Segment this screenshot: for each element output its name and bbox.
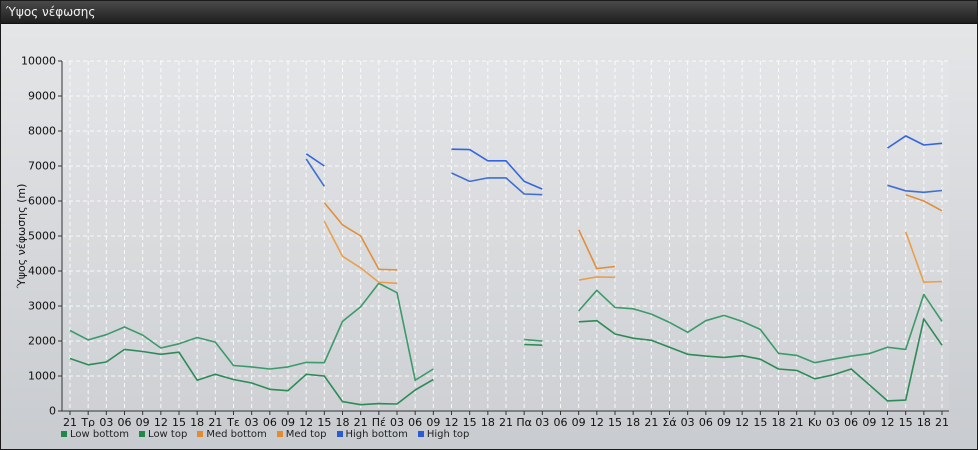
y-tick-label: 8000 [28, 125, 56, 138]
x-tick-label: 03 [681, 416, 695, 427]
x-tick-label: 18 [190, 416, 204, 427]
x-tick-label: 18 [772, 416, 786, 427]
x-tick-label: 15 [463, 416, 477, 427]
x-tick-label: Τε [226, 416, 240, 427]
x-tick-label: 12 [590, 416, 604, 427]
x-tick-label: 06 [408, 416, 422, 427]
y-tick-label: 0 [49, 405, 56, 418]
x-tick-label: 09 [281, 416, 295, 427]
x-tick-label: 15 [172, 416, 186, 427]
x-tick-label: 12 [735, 416, 749, 427]
y-tick-label: 4000 [28, 265, 56, 278]
x-tick-label: 03 [390, 416, 404, 427]
x-tick-label: 12 [881, 416, 895, 427]
window-title: Ύψος νέφωσης [6, 5, 96, 19]
x-tick-label: 06 [263, 416, 277, 427]
y-tick-label: 10000 [21, 55, 56, 68]
y-tick-label: 5000 [28, 230, 56, 243]
x-tick-label: 03 [245, 416, 259, 427]
x-tick-label: 15 [317, 416, 331, 427]
x-tick-label: Πέ [372, 416, 386, 427]
x-tick-label: 09 [572, 416, 586, 427]
x-tick-label: Τρ [80, 416, 95, 427]
x-tick-label: 21 [63, 416, 77, 427]
x-tick-label: Κυ [808, 416, 822, 427]
x-tick-label: 06 [699, 416, 713, 427]
legend-label: Low bottom [70, 428, 130, 440]
x-tick-label: 03 [826, 416, 840, 427]
legend-label: Low top [148, 428, 188, 440]
legend-item: Low top [139, 429, 187, 440]
x-tick-label: 09 [862, 416, 876, 427]
x-tick-label: 15 [753, 416, 767, 427]
legend-swatch [417, 431, 424, 437]
y-tick-label: 1000 [28, 370, 56, 383]
x-tick-label: 18 [481, 416, 495, 427]
legend-item: High top [417, 428, 470, 440]
y-axis-label: Ύψος νέφωσης (m) [15, 184, 28, 290]
legend-swatch [276, 431, 283, 437]
legend-label: Med top [285, 428, 327, 440]
legend-swatch [197, 431, 204, 437]
cloud-height-chart: 0 1000 2000 3000 4000 5000 6000 7000 8000 9000 100… [15, 55, 949, 427]
legend-swatch [61, 431, 67, 437]
x-tick-label: 12 [299, 416, 313, 427]
x-tick-label: 21 [499, 416, 513, 427]
legend-label: High bottom [345, 428, 408, 440]
y-tick-label: 9000 [28, 90, 56, 103]
x-tick-label: 21 [354, 416, 368, 427]
x-tick-label: 06 [118, 416, 132, 427]
x-tick-label: 18 [336, 416, 350, 427]
legend-swatch [139, 431, 146, 437]
x-tick-label: 21 [935, 416, 949, 427]
x-tick-label: 03 [535, 416, 549, 427]
x-tick-label: 09 [426, 416, 440, 427]
x-tick-label: 12 [154, 416, 168, 427]
x-tick-label: 15 [899, 416, 913, 427]
x-tick-label: 21 [208, 416, 222, 427]
legend-item: Low bottom [61, 429, 129, 440]
legend-item: Med bottom [197, 428, 267, 440]
y-tick-label: 3000 [28, 300, 56, 313]
series-line-low-bottom [524, 343, 543, 346]
x-tick-label: 06 [554, 416, 568, 427]
x-tick-label: 15 [608, 416, 622, 427]
x-tick-label: 09 [136, 416, 150, 427]
y-tick-label: 2000 [28, 335, 56, 348]
x-tick-label: 18 [917, 416, 931, 427]
legend-swatch [336, 431, 343, 437]
x-tick-label: 21 [644, 416, 658, 427]
x-tick-label: Σά [662, 416, 676, 427]
legend-item: Med top [276, 428, 327, 440]
chart-legend: Low bottom Low top Med bottom Med top High b… [61, 427, 469, 441]
x-tick-label: Πα [516, 416, 532, 427]
legend-item: High bottom [336, 428, 408, 440]
x-tick-label: 12 [445, 416, 459, 427]
x-tick-label: 06 [844, 416, 858, 427]
x-tick-label: 18 [626, 416, 640, 427]
y-tick-label: 6000 [28, 195, 56, 208]
x-tick-label: 09 [717, 416, 731, 427]
chart-window: Ύψος νέφωσης 0 1000 2000 3000 4000 5000 6000 70… [0, 0, 978, 450]
x-tick-label: 03 [99, 416, 113, 427]
legend-label: High top [426, 428, 470, 440]
y-tick-label: 7000 [28, 160, 56, 173]
x-tick-label: 21 [790, 416, 804, 427]
title-bar: Ύψος νέφωσης [1, 1, 977, 24]
legend-label: Med bottom [206, 428, 267, 440]
